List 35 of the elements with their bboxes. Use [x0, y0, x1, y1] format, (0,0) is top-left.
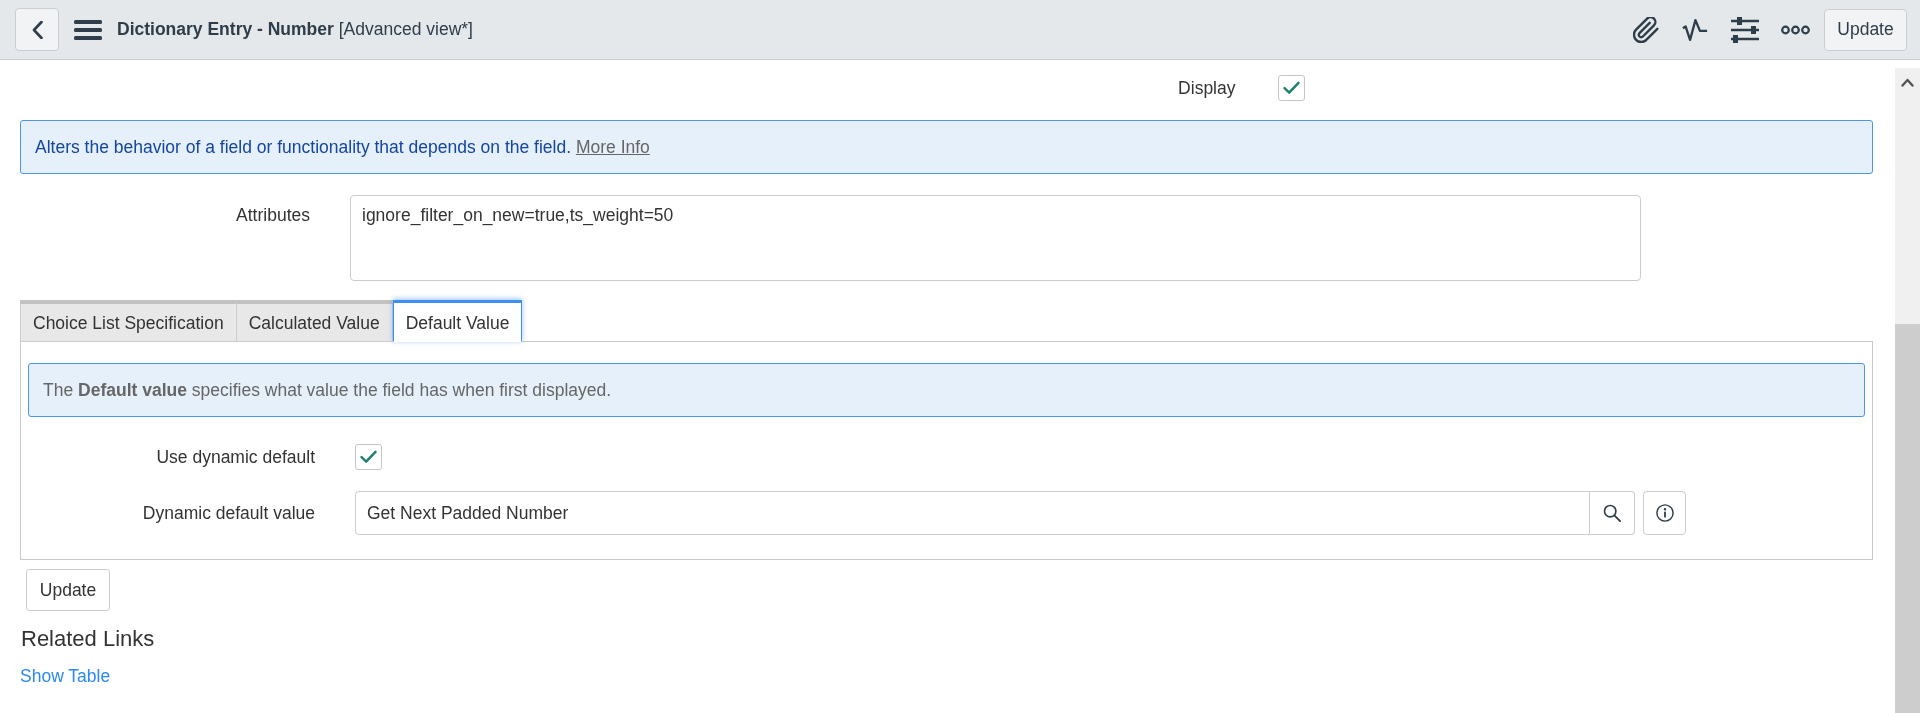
update-button[interactable]: Update	[26, 569, 110, 611]
check-icon	[360, 450, 377, 464]
page-title: Dictionary Entry - Number [Advanced view*]	[117, 19, 473, 40]
tab[interactable]: Choice List Specification	[20, 300, 237, 342]
paperclip-icon[interactable]	[1633, 16, 1659, 43]
info-icon	[1655, 504, 1674, 522]
info-message: Alters the behavior of a field or functionality that depends on the field. More Info	[35, 136, 650, 158]
field-label: Use dynamic default	[155, 446, 315, 468]
search-button[interactable]	[1590, 491, 1635, 535]
dynamic-default-field[interactable]: Get Next Padded Number	[355, 491, 1590, 535]
tab[interactable]: Default Value	[392, 300, 523, 342]
scrollbar-thumb[interactable]	[1895, 324, 1920, 713]
checkbox[interactable]	[355, 444, 382, 470]
checkbox[interactable]	[1277, 75, 1305, 101]
update-button[interactable]: Update	[1824, 8, 1907, 51]
section-heading: Related Links	[21, 626, 155, 652]
attributes-field[interactable]: ignore_filter_on_new=true,ts_weight=50	[350, 195, 1641, 281]
field-label: Display	[1177, 77, 1236, 99]
sliders-icon[interactable]	[1731, 16, 1759, 43]
more-info-link[interactable]: More Info	[575, 136, 650, 157]
show-table-link[interactable]: Show Table	[20, 666, 111, 687]
chevron-left-icon	[31, 20, 43, 39]
info-message: The Default value specifies what value the field has when first displayed.	[43, 379, 612, 401]
activity-icon[interactable]	[1681, 16, 1709, 43]
chevron-up-icon[interactable]	[1901, 78, 1914, 87]
info-button[interactable]	[1643, 491, 1686, 535]
scrollbar[interactable]	[1895, 68, 1920, 713]
field-label: Attributes	[235, 204, 310, 226]
check-icon	[1282, 81, 1300, 95]
back-button[interactable]	[15, 8, 59, 51]
more-icon[interactable]	[1781, 24, 1810, 35]
tab[interactable]: Calculated Value	[236, 300, 393, 342]
menu-icon[interactable]	[74, 19, 102, 40]
search-icon	[1603, 504, 1621, 522]
field-label: Dynamic default value	[141, 502, 315, 524]
